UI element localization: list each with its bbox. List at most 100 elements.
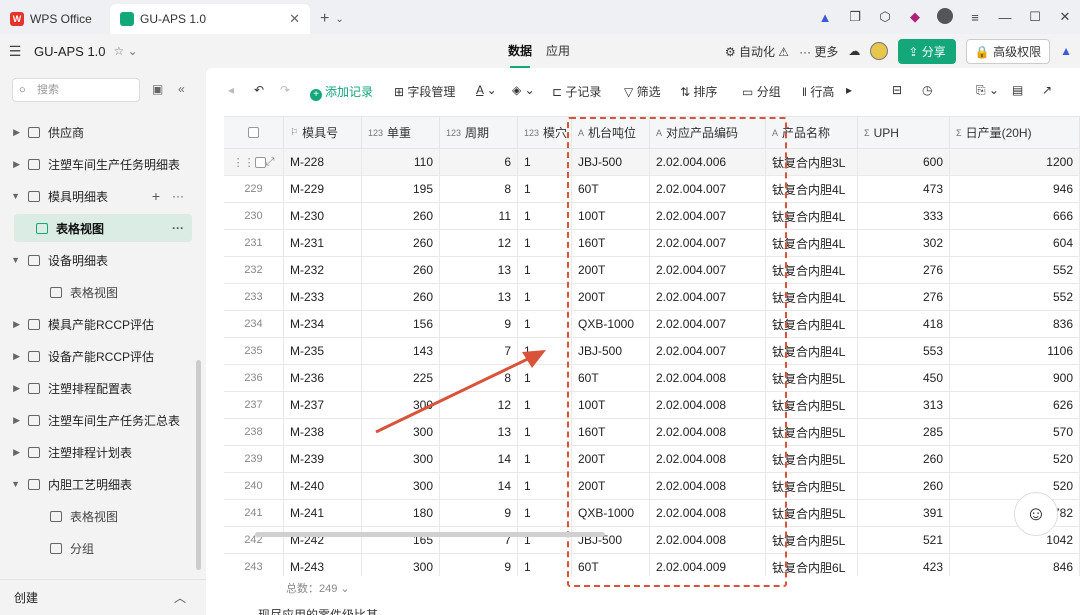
table-cell-name[interactable]: 钛复合内胆4L (766, 338, 858, 365)
table-cell-tonnage[interactable]: 60T (572, 176, 650, 203)
sidebar-item-schedule-plan[interactable]: ▶ 注塑排程计划表 (0, 438, 192, 466)
table-cell-weight[interactable]: 225 (362, 365, 440, 392)
table-cell-cavity[interactable]: 1 (518, 365, 572, 392)
sidebar-item-schedule-config[interactable]: ▶ 注塑排程配置表 (0, 374, 192, 402)
table-cell-mold[interactable]: M-239 (284, 446, 362, 473)
collaborator-avatar[interactable] (870, 42, 889, 60)
select-all-checkbox-header[interactable] (224, 117, 284, 149)
table-cell-cavity[interactable]: 1 (518, 338, 572, 365)
row-index[interactable]: 231 (224, 230, 284, 257)
sidebar-item-grid-view[interactable]: 表格视图 (0, 278, 192, 306)
table-cell-weight[interactable]: 260 (362, 284, 440, 311)
collapse-panel-icon[interactable]: ▣ (152, 82, 163, 96)
table-cell-tonnage[interactable]: JBJ-500 (572, 149, 650, 176)
chevron-up-icon[interactable]: ︿ (174, 589, 186, 606)
table-cell-code[interactable]: 2.02.004.007 (650, 230, 766, 257)
row-index[interactable]: 232 (224, 257, 284, 284)
table-cell-weight[interactable]: 300 (362, 419, 440, 446)
sidebar-item-group-view[interactable]: 分组 (0, 534, 192, 562)
user-avatar[interactable] (930, 7, 960, 27)
table-cell-cycle[interactable]: 8 (440, 176, 518, 203)
row-checkbox[interactable] (254, 156, 266, 168)
table-cell-uph[interactable]: 313 (858, 392, 950, 419)
table-cell-weight[interactable]: 195 (362, 176, 440, 203)
table-cell-name[interactable]: 钛复合内胆3L (766, 149, 858, 176)
cloud-icon[interactable]: ☁ (848, 44, 860, 58)
table-cell-name[interactable]: 钛复合内胆4L (766, 311, 858, 338)
row-index[interactable]: 237 (224, 392, 284, 419)
table-cell-daily[interactable]: 846 (950, 554, 1080, 576)
sidebar-scrollbar[interactable] (196, 360, 201, 570)
table-cell-mold[interactable]: M-238 (284, 419, 362, 446)
table-cell-mold[interactable]: M-240 (284, 473, 362, 500)
table-cell-weight[interactable]: 180 (362, 500, 440, 527)
table-cell-daily[interactable]: 1042 (950, 527, 1080, 554)
table-cell-uph[interactable]: 260 (858, 473, 950, 500)
tab-wps-office[interactable]: W WPS Office (0, 4, 110, 34)
automation-button[interactable]: ⚙ 自动化 ⚠ (725, 43, 789, 60)
column-header-name[interactable]: A 产品名称 (766, 117, 858, 149)
table-cell-cycle[interactable]: 12 (440, 230, 518, 257)
table-cell-weight[interactable]: 143 (362, 338, 440, 365)
table-cell-cycle[interactable]: 14 (440, 446, 518, 473)
table-cell-uph[interactable]: 276 (858, 257, 950, 284)
table-cell-tonnage[interactable]: 200T (572, 257, 650, 284)
close-tab-icon[interactable]: ✕ (289, 11, 300, 27)
table-cell-weight[interactable]: 260 (362, 203, 440, 230)
table-cell-mold[interactable]: M-237 (284, 392, 362, 419)
table-cell-daily[interactable]: 946 (950, 176, 1080, 203)
row-index[interactable]: 235 (224, 338, 284, 365)
column-header-code[interactable]: A 对应产品编码 (650, 117, 766, 149)
sidebar-item-suppliers[interactable]: ▶ 供应商 (0, 118, 192, 146)
row-index[interactable]: 234 (224, 311, 284, 338)
table-cell-name[interactable]: 钛复合内胆6L (766, 554, 858, 576)
table-cell-uph[interactable]: 285 (858, 419, 950, 446)
drag-handle-icon[interactable]: ⋮⋮ (233, 156, 255, 169)
table-cell-uph[interactable]: 276 (858, 284, 950, 311)
table-cell-uph[interactable]: 391 (858, 500, 950, 527)
tab-gu-aps[interactable]: GU-APS 1.0 ✕ (110, 4, 310, 34)
sidebar-item-equipment[interactable]: ▼ 设备明细表 (0, 246, 192, 274)
row-index[interactable]: 238 (224, 419, 284, 446)
table-cell-code[interactable]: 2.02.004.006 (650, 149, 766, 176)
column-header-uph[interactable]: Σ UPH (858, 117, 950, 149)
table-cell-cycle[interactable]: 8 (440, 365, 518, 392)
table-cell-tonnage[interactable]: 60T (572, 365, 650, 392)
table-cell-tonnage[interactable]: 60T (572, 554, 650, 576)
table-cell-code[interactable]: 2.02.004.008 (650, 500, 766, 527)
field-manage-button[interactable]: ⊞ 字段管理 (394, 83, 455, 100)
table-cell-weight[interactable]: 300 (362, 473, 440, 500)
table-cell-name[interactable]: 钛复合内胆5L (766, 446, 858, 473)
table-cell-cavity[interactable]: 1 (518, 203, 572, 230)
table-cell-code[interactable]: 2.02.004.008 (650, 392, 766, 419)
sidebar-item-equipment-rccp[interactable]: ▶ 设备产能RCCP评估 (0, 342, 192, 370)
table-cell-code[interactable]: 2.02.004.007 (650, 311, 766, 338)
row-index[interactable]: 239 (224, 446, 284, 473)
ai-icon[interactable]: ▲ (810, 10, 840, 25)
maximize-icon[interactable]: ☐ (1020, 9, 1050, 25)
table-cell-mold[interactable]: M-231 (284, 230, 362, 257)
document-title[interactable]: GU-APS 1.0 (34, 44, 106, 59)
horizontal-scrollbar[interactable] (255, 532, 605, 537)
table-cell-code[interactable]: 2.02.004.007 (650, 338, 766, 365)
table-cell-cavity[interactable]: 1 (518, 419, 572, 446)
more-icon[interactable]: ··· (172, 221, 184, 235)
table-cell-cavity[interactable]: 1 (518, 473, 572, 500)
row-index[interactable]: 233 (224, 284, 284, 311)
table-cell-name[interactable]: 钛复合内胆5L (766, 473, 858, 500)
fold-sidebar-icon[interactable]: « (178, 82, 185, 96)
table-cell-cycle[interactable]: 11 (440, 203, 518, 230)
table-cell-daily[interactable]: 626 (950, 392, 1080, 419)
table-cell-weight[interactable]: 156 (362, 311, 440, 338)
table-cell-cavity[interactable]: 1 (518, 257, 572, 284)
table-cell-tonnage[interactable]: 200T (572, 446, 650, 473)
table-cell-cycle[interactable]: 9 (440, 500, 518, 527)
table-cell-uph[interactable]: 553 (858, 338, 950, 365)
nav-back-icon[interactable]: ◂ (228, 83, 234, 97)
table-cell-code[interactable]: 2.02.004.007 (650, 176, 766, 203)
sidebar-item-molding-tasks[interactable]: ▶ 注塑车间生产任务明细表 (0, 150, 192, 178)
table-cell-tonnage[interactable]: 100T (572, 392, 650, 419)
redo-icon[interactable]: ↷ (280, 83, 290, 97)
table-cell-uph[interactable]: 333 (858, 203, 950, 230)
table-cell-tonnage[interactable]: 160T (572, 230, 650, 257)
